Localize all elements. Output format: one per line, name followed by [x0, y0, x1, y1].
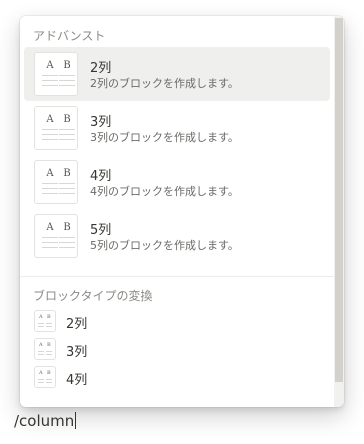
menu-item-title: 5列	[90, 223, 112, 238]
menu-item-description: 2列のブロックを作成します。	[90, 77, 239, 90]
menu-item-description: 5列のブロックを作成します。	[90, 239, 239, 252]
menu-item-3-columns[interactable]: A B 3列 3列のブロックを作成します。	[24, 101, 330, 155]
editor-text-line[interactable]: /column	[14, 412, 77, 430]
columns-preview-icon: A B	[34, 160, 78, 204]
menu-item-4-columns[interactable]: A B 4列 4列のブロックを作成します。	[24, 155, 330, 209]
columns-preview-icon: A B	[34, 214, 78, 258]
turn-into-label: 3列	[66, 345, 88, 360]
turn-into-item-2-columns[interactable]: AB 2列	[24, 307, 330, 335]
columns-preview-icon: AB	[34, 366, 56, 388]
turn-into-label: 2列	[66, 317, 88, 332]
menu-item-5-columns[interactable]: A B 5列 5列のブロックを作成します。	[24, 209, 330, 263]
section-label-turn-into: ブロックタイプの変換	[33, 289, 153, 303]
menu-item-title: 4列	[90, 169, 112, 184]
menu-item-title: 3列	[90, 115, 112, 130]
columns-preview-icon: A B	[34, 52, 78, 96]
slash-command-text: /column	[14, 412, 75, 430]
columns-preview-icon: AB	[34, 338, 56, 360]
menu-item-title: 2列	[90, 61, 112, 76]
scrollbar-thumb[interactable]	[335, 18, 343, 382]
text-caret	[75, 412, 77, 429]
menu-item-2-columns[interactable]: A B 2列 2列のブロックを作成します。	[24, 47, 330, 101]
columns-preview-icon: A B	[34, 106, 78, 150]
menu-item-description: 3列のブロックを作成します。	[90, 131, 239, 144]
section-divider	[20, 276, 334, 277]
menu-item-description: 4列のブロックを作成します。	[90, 185, 239, 198]
turn-into-item-3-columns[interactable]: AB 3列	[24, 335, 330, 363]
menu-scroll-area: アドバンスト A B 2列 2列のブロックを作成します。 A B 3列 3列のブ…	[20, 16, 334, 407]
turn-into-label: 4列	[66, 373, 88, 388]
section-label-advanced: アドバンスト	[33, 29, 106, 43]
slash-command-menu: アドバンスト A B 2列 2列のブロックを作成します。 A B 3列 3列のブ…	[20, 16, 344, 407]
columns-preview-icon: AB	[34, 310, 56, 332]
turn-into-item-4-columns[interactable]: AB 4列	[24, 363, 330, 391]
menu-scrollbar[interactable]	[334, 16, 344, 407]
